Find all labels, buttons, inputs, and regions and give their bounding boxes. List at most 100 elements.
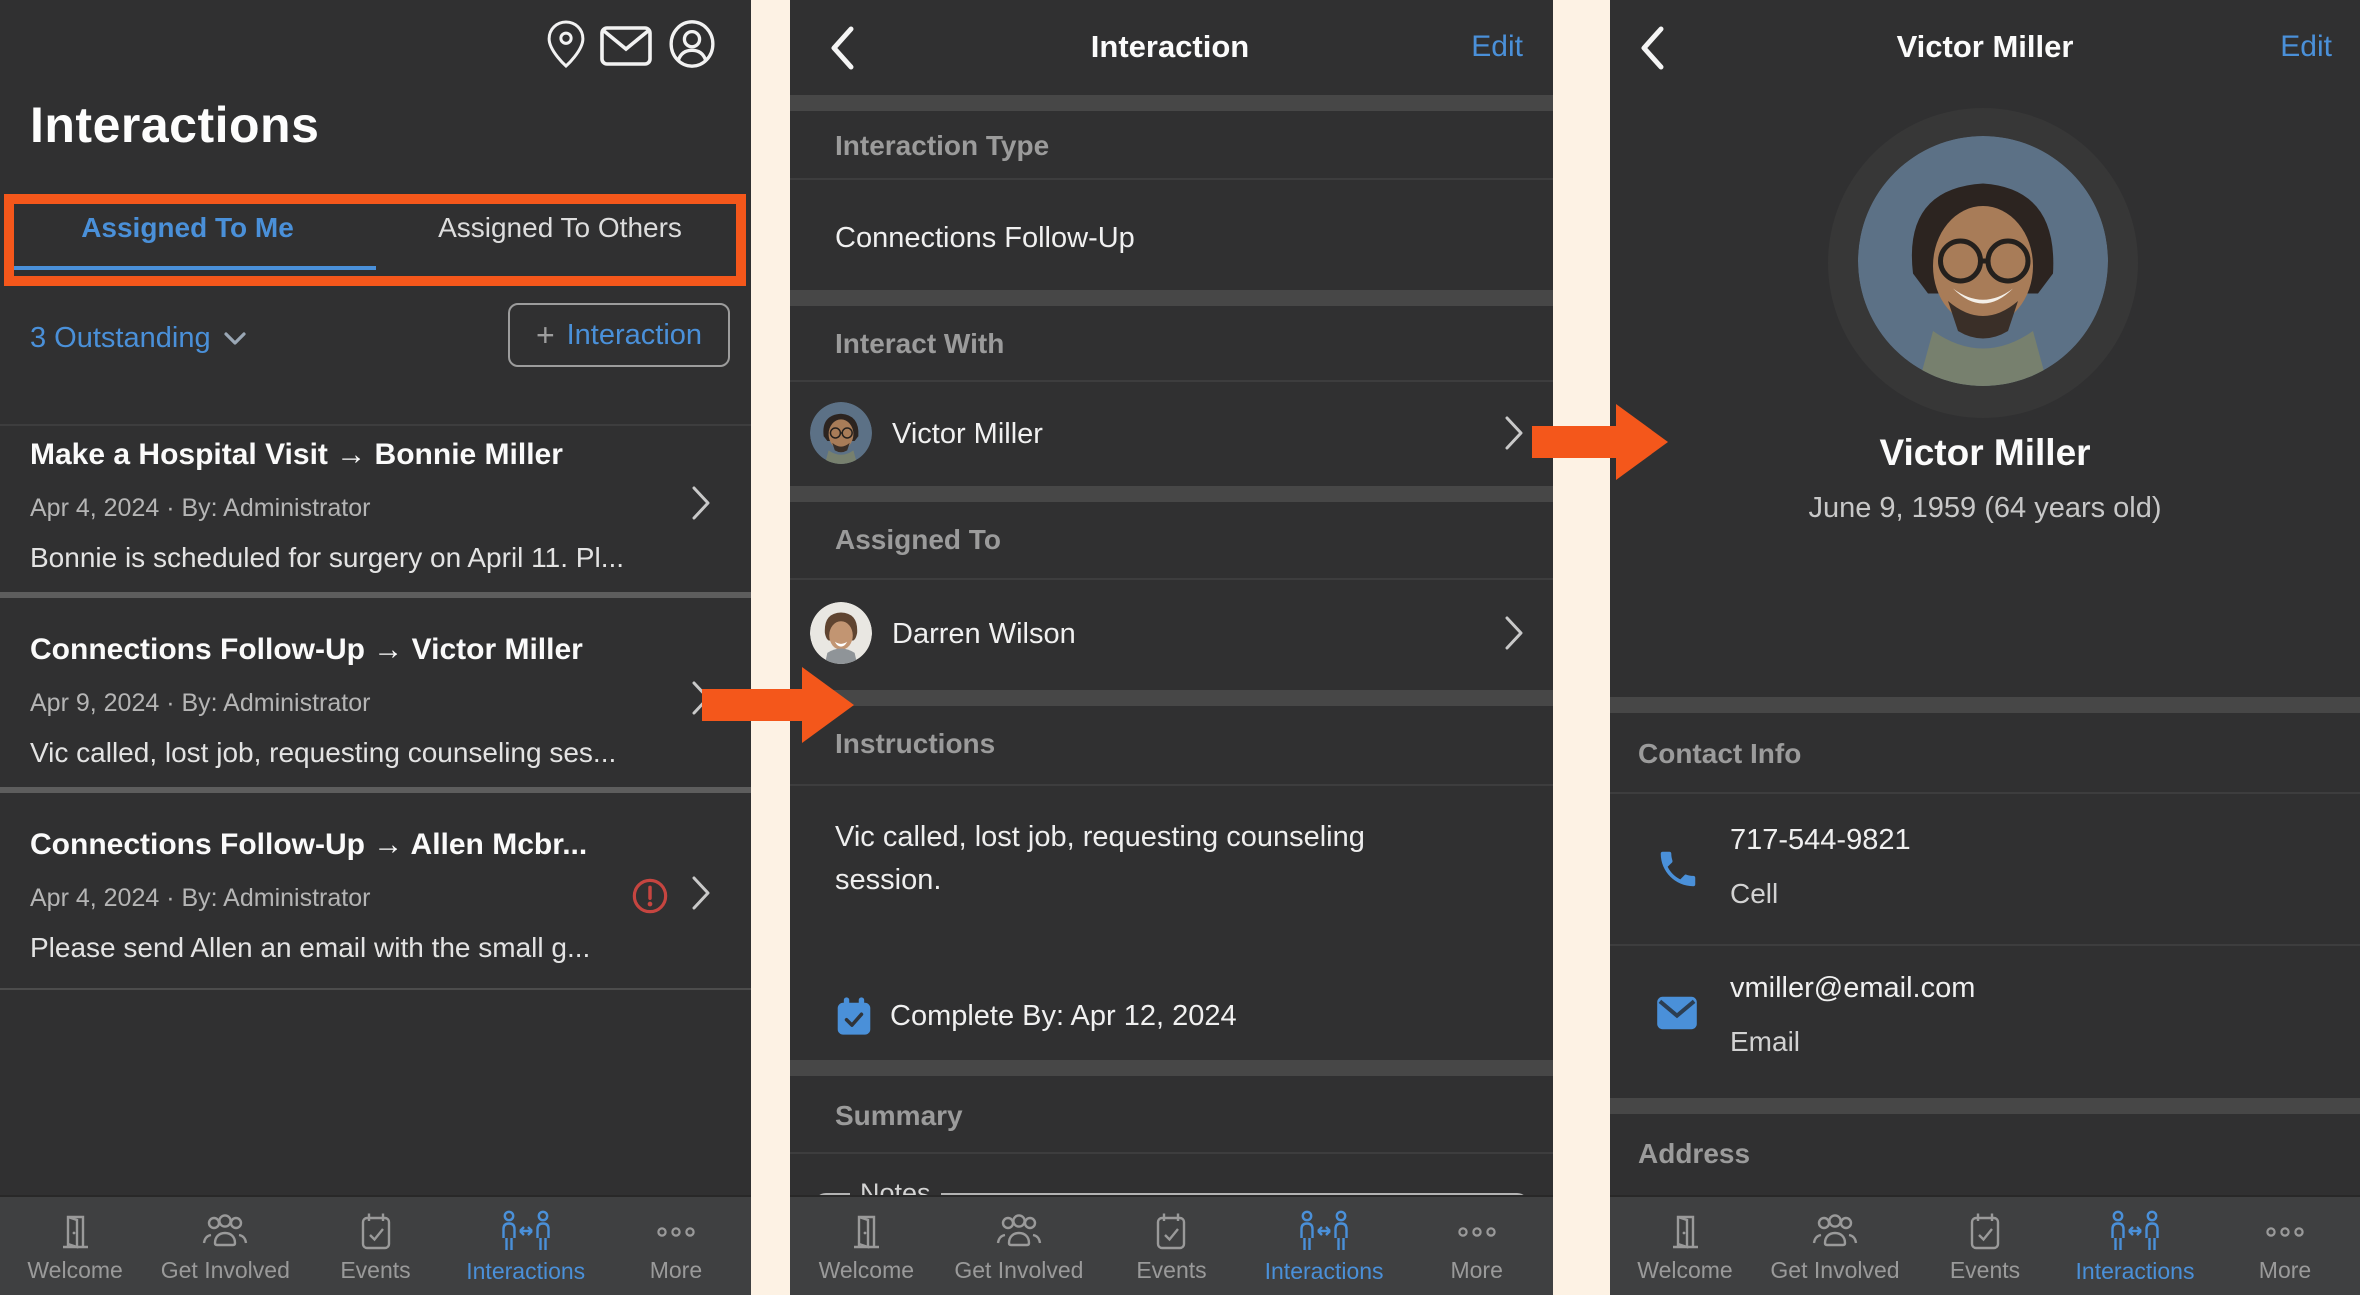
- tab-get-involved[interactable]: Get Involved: [1760, 1197, 1910, 1295]
- tab-interactions[interactable]: Interactions: [2060, 1197, 2210, 1295]
- add-interaction-button[interactable]: + Interaction: [508, 303, 730, 367]
- welcome-door-icon: [1665, 1211, 1705, 1253]
- welcome-door-icon: [846, 1211, 886, 1253]
- interactions-people-icon: [2107, 1210, 2163, 1254]
- item-meta: Apr 9, 2024 · By: Administrator: [30, 689, 370, 718]
- nav-title: Victor Miller: [1785, 29, 2185, 65]
- profile-icon[interactable]: [668, 20, 716, 68]
- email-label: Email: [1730, 1026, 1800, 1058]
- tab-get-involved[interactable]: Get Involved: [150, 1197, 300, 1295]
- tab-label: Events: [340, 1259, 410, 1282]
- tab-label: Events: [1950, 1259, 2020, 1282]
- section-header-contact-info: Contact Info: [1638, 738, 1801, 770]
- annotation-arrow-left-to-middle: [702, 689, 804, 721]
- chevron-right-icon: [690, 874, 712, 912]
- mail-icon[interactable]: [600, 26, 652, 66]
- calendar-check-icon: [835, 996, 873, 1038]
- complete-by-text: Complete By: Apr 12, 2024: [890, 1000, 1237, 1033]
- profile-name: Victor Miller: [1610, 432, 2360, 474]
- screen-interaction-detail: Interaction Edit Interaction Type Connec…: [790, 0, 1553, 1295]
- item-title: Connections Follow-Up → Allen Mcbr...: [30, 828, 587, 862]
- nav-title: Interaction: [970, 29, 1370, 65]
- welcome-door-icon: [55, 1211, 95, 1253]
- tab-label: Welcome: [819, 1259, 914, 1282]
- tab-welcome[interactable]: Welcome: [790, 1197, 943, 1295]
- get-involved-people-icon: [199, 1211, 251, 1253]
- bottom-tab-bar: Welcome Get Involved Events Interactions…: [0, 1195, 751, 1295]
- tab-label: Get Involved: [1770, 1259, 1899, 1282]
- bottom-tab-bar: Welcome Get Involved Events Interactions…: [1610, 1195, 2360, 1295]
- section-header-assigned-to: Assigned To: [835, 524, 1001, 556]
- tab-more[interactable]: More: [2210, 1197, 2360, 1295]
- tab-welcome[interactable]: Welcome: [1610, 1197, 1760, 1295]
- bottom-tab-bar: Welcome Get Involved Events Interactions…: [790, 1195, 1553, 1295]
- phone-icon: [1655, 846, 1701, 892]
- annotation-arrow-middle-to-right: [1532, 426, 1618, 458]
- tab-label: More: [2259, 1259, 2311, 1282]
- outstanding-filter[interactable]: 3 Outstanding: [30, 322, 247, 355]
- tab-get-involved[interactable]: Get Involved: [943, 1197, 1096, 1295]
- interaction-type-value: Connections Follow-Up: [835, 222, 1135, 255]
- edit-button[interactable]: Edit: [1471, 30, 1523, 64]
- tab-events[interactable]: Events: [1910, 1197, 2060, 1295]
- chevron-down-icon: [223, 331, 247, 347]
- tab-label: Interactions: [1265, 1260, 1384, 1283]
- interactions-people-icon: [1296, 1210, 1352, 1254]
- more-dots-icon: [2261, 1211, 2309, 1253]
- add-interaction-label: Interaction: [567, 319, 702, 352]
- tab-label: More: [1450, 1259, 1502, 1282]
- phone-label: Cell: [1730, 878, 1778, 910]
- tab-label: Get Involved: [161, 1259, 290, 1282]
- map-pin-icon[interactable]: [545, 20, 587, 68]
- back-icon[interactable]: [828, 24, 856, 72]
- envelope-icon: [1655, 995, 1699, 1031]
- tab-interactions[interactable]: Interactions: [1248, 1197, 1401, 1295]
- section-header-interaction-type: Interaction Type: [835, 130, 1049, 162]
- filter-label: 3 Outstanding: [30, 322, 211, 355]
- profile-birthday: June 9, 1959 (64 years old): [1610, 492, 2360, 525]
- events-calendar-icon: [356, 1211, 396, 1253]
- interact-with-person: Victor Miller: [892, 418, 1043, 451]
- tab-more[interactable]: More: [1400, 1197, 1553, 1295]
- interactions-people-icon: [498, 1210, 554, 1254]
- instructions-text: Vic called, lost job, requesting counsel…: [835, 816, 1395, 902]
- section-header-address: Address: [1638, 1138, 1750, 1170]
- item-title: Make a Hospital Visit → Bonnie Miller: [30, 438, 563, 472]
- annotation-arrow-left-to-middle-head: [802, 667, 854, 743]
- tab-interactions[interactable]: Interactions: [451, 1197, 601, 1295]
- tab-events[interactable]: Events: [300, 1197, 450, 1295]
- edit-button[interactable]: Edit: [2280, 30, 2332, 64]
- chevron-right-icon: [1503, 414, 1525, 452]
- avatar: [810, 602, 872, 664]
- tab-label: Events: [1136, 1259, 1206, 1282]
- get-involved-people-icon: [993, 1211, 1045, 1253]
- tab-welcome[interactable]: Welcome: [0, 1197, 150, 1295]
- avatar[interactable]: [1858, 136, 2108, 386]
- tab-label: Get Involved: [954, 1259, 1083, 1282]
- tab-events[interactable]: Events: [1095, 1197, 1248, 1295]
- get-involved-people-icon: [1809, 1211, 1861, 1253]
- item-title: Connections Follow-Up → Victor Miller: [30, 633, 583, 667]
- assigned-to-person: Darren Wilson: [892, 618, 1076, 651]
- email-value: vmiller@email.com: [1730, 972, 1975, 1005]
- tab-more[interactable]: More: [601, 1197, 751, 1295]
- item-meta: Apr 4, 2024 · By: Administrator: [30, 884, 370, 913]
- page-title: Interactions: [30, 96, 319, 154]
- chevron-right-icon: [1503, 614, 1525, 652]
- plus-icon: +: [536, 319, 555, 351]
- item-description: Bonnie is scheduled for surgery on April…: [30, 542, 624, 574]
- back-icon[interactable]: [1638, 24, 1666, 72]
- highlight-rectangle-tabs: [4, 194, 746, 286]
- section-header-instructions: Instructions: [835, 728, 995, 760]
- item-description: Vic called, lost job, requesting counsel…: [30, 737, 616, 769]
- events-calendar-icon: [1965, 1211, 2005, 1253]
- annotated-screenshot-canvas: Interactions Assigned To Me Assigned To …: [0, 0, 2360, 1295]
- annotation-arrow-middle-to-right-head: [1616, 404, 1668, 480]
- section-header-summary: Summary: [835, 1100, 963, 1132]
- item-meta: Apr 4, 2024 · By: Administrator: [30, 494, 370, 523]
- item-description: Please send Allen an email with the smal…: [30, 932, 590, 964]
- events-calendar-icon: [1151, 1211, 1191, 1253]
- more-dots-icon: [652, 1211, 700, 1253]
- tab-label: Interactions: [466, 1260, 585, 1283]
- chevron-right-icon: [690, 484, 712, 522]
